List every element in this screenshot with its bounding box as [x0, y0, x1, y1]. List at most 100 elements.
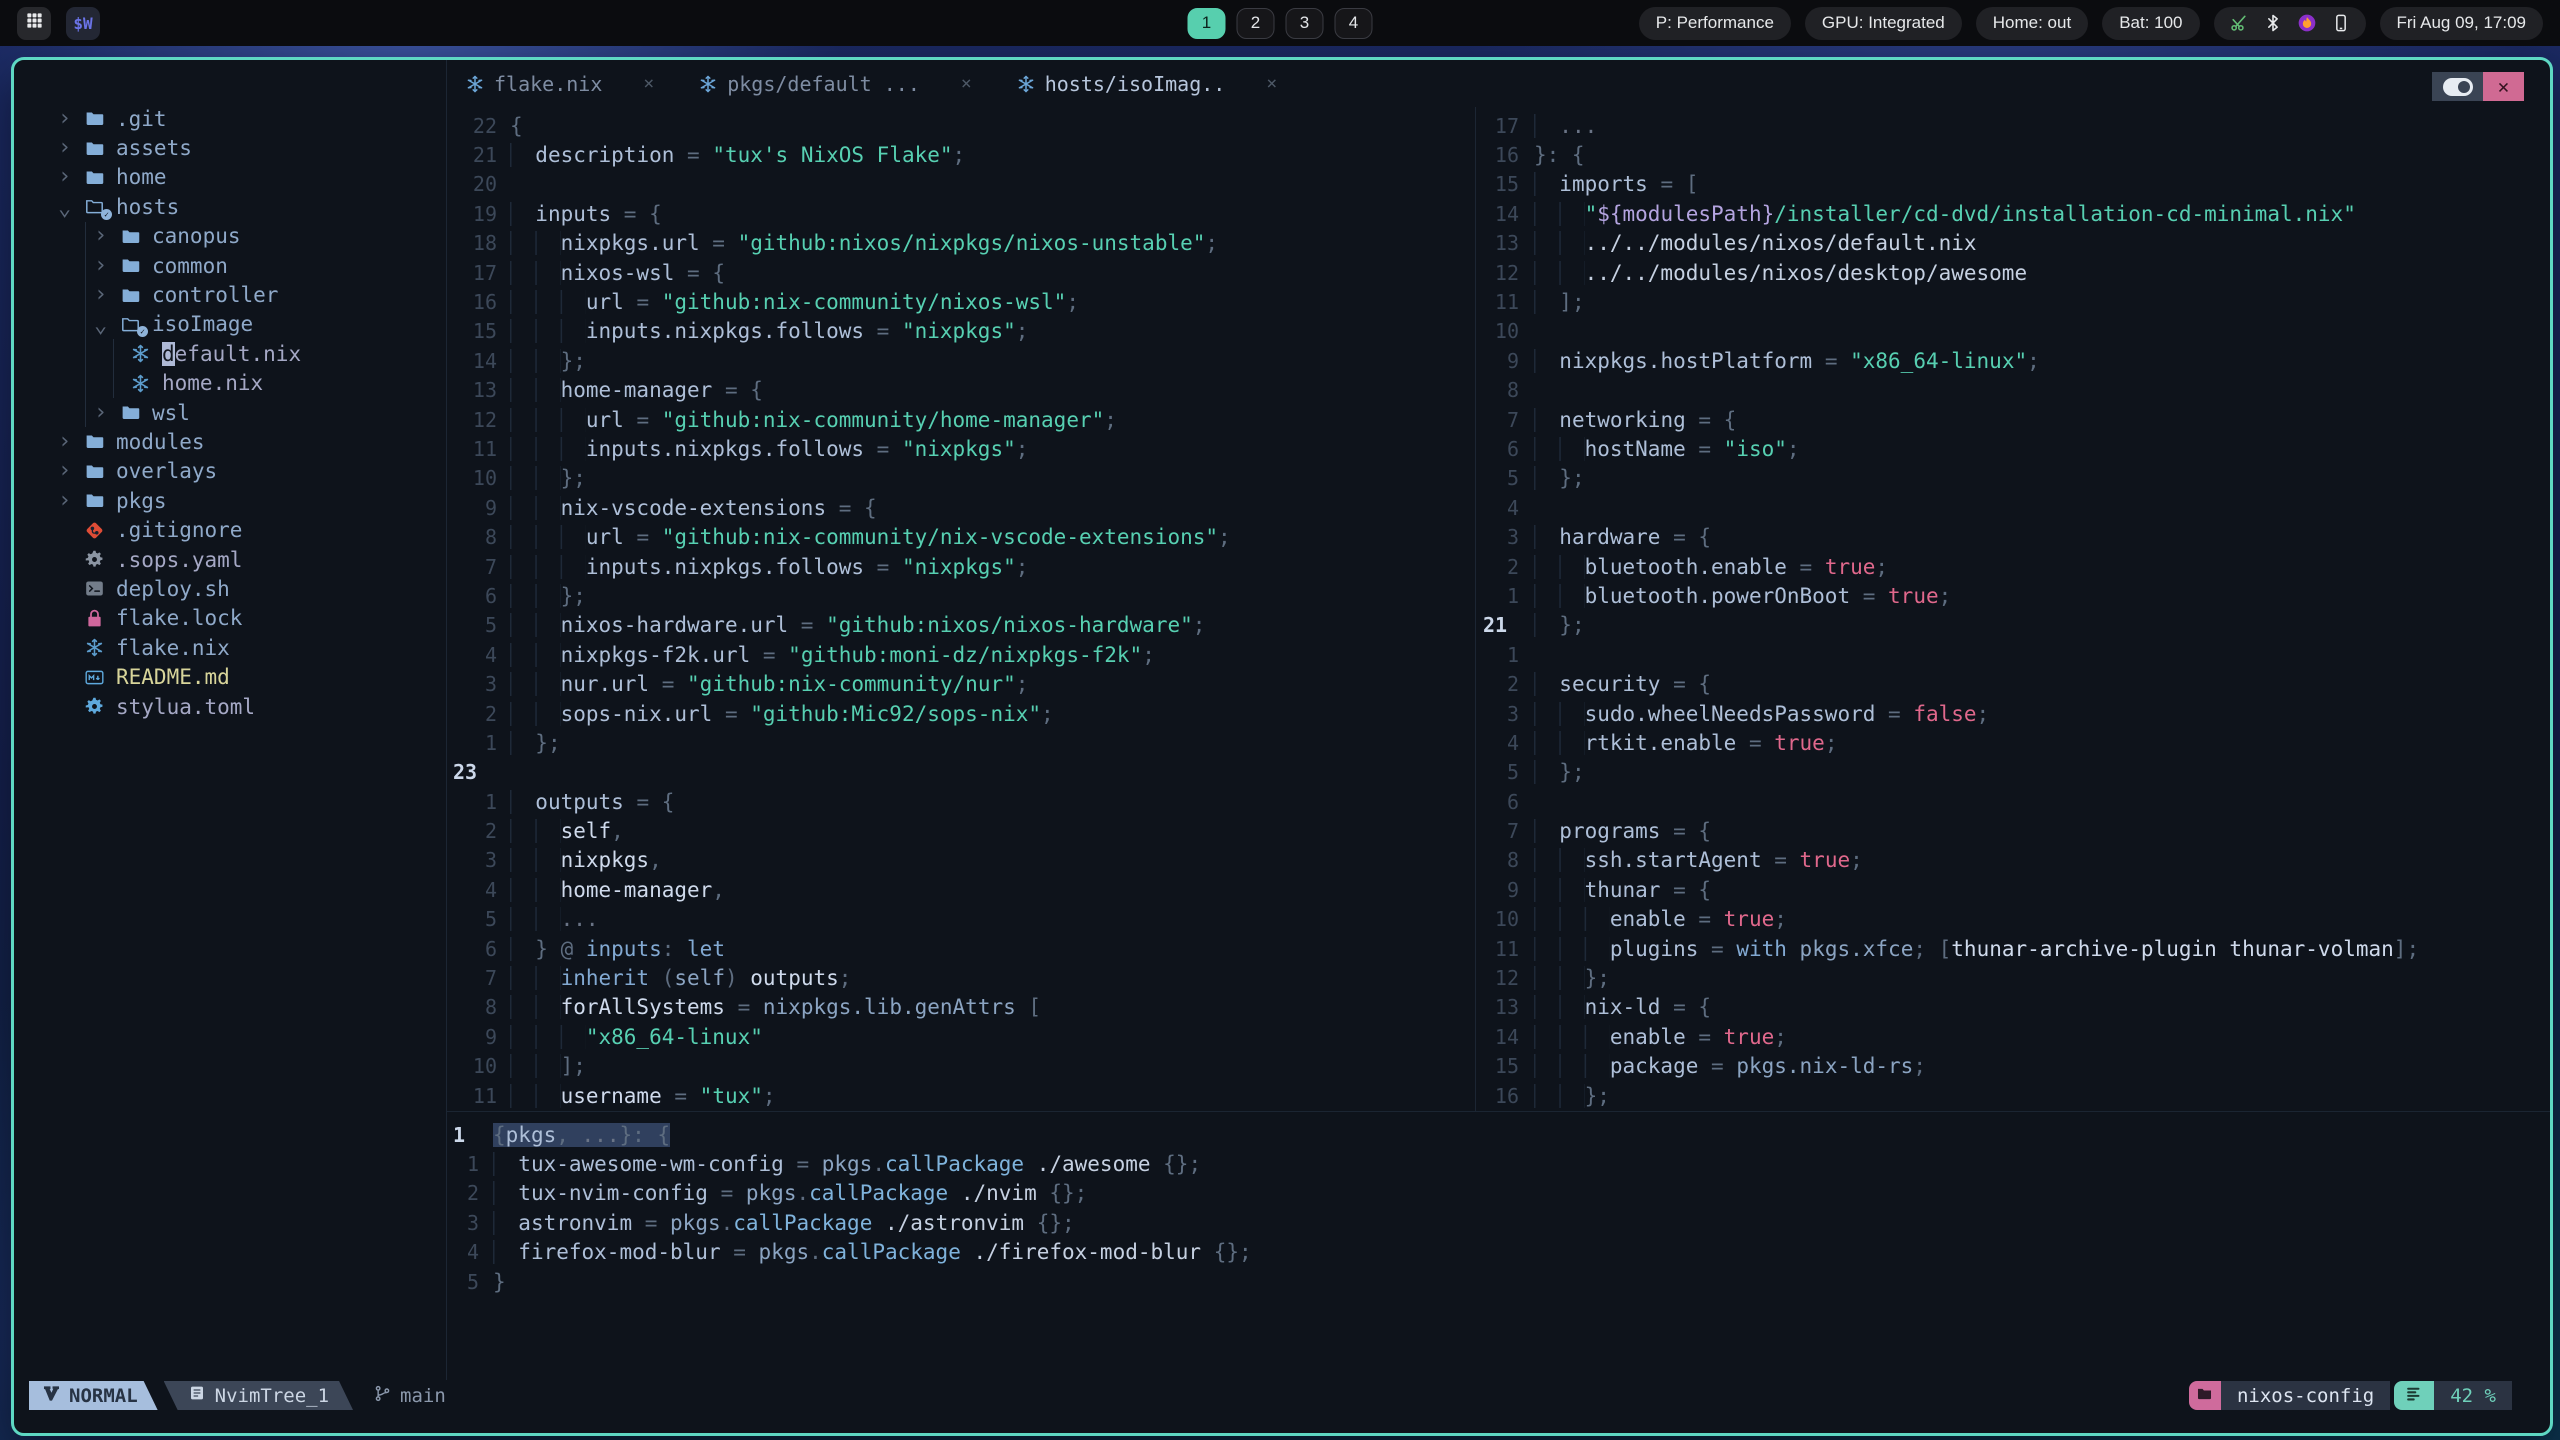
code-line[interactable]: 22 {: [453, 111, 1475, 140]
code-line[interactable]: 4 rtkit.enable = true;: [1483, 728, 2550, 757]
chevron-right-icon[interactable]: ›: [94, 284, 120, 306]
code-line[interactable]: 3 hardware = {: [1483, 522, 2550, 551]
code-line[interactable]: 13 nix-ld = {: [1483, 993, 2550, 1022]
code-line[interactable]: 21 };: [1483, 611, 2550, 640]
tree-item-assets[interactable]: › assets: [14, 133, 446, 162]
code-line[interactable]: 14 };: [453, 346, 1475, 375]
tree-item-home[interactable]: › home: [14, 163, 446, 192]
tree-item-common[interactable]: › common: [14, 250, 446, 281]
tree-item-stylua.toml[interactable]: stylua.toml: [14, 692, 446, 721]
code-line[interactable]: 4 nixpkgs-f2k.url = "github:moni-dz/nixp…: [453, 640, 1475, 669]
workspace-button-1[interactable]: 1: [1187, 7, 1226, 39]
tree-item-controller[interactable]: › controller: [14, 280, 446, 310]
code-line[interactable]: 2 security = {: [1483, 669, 2550, 698]
code-line[interactable]: 12 };: [1483, 963, 2550, 992]
code-line[interactable]: 7 networking = {: [1483, 405, 2550, 434]
tab-pkgs-default-[interactable]: pkgs/default ... ×: [698, 72, 972, 96]
code-line[interactable]: 1 {pkgs, ...}: {: [453, 1120, 2550, 1149]
code-line[interactable]: 6 hostName = "iso";: [1483, 434, 2550, 463]
code-line[interactable]: 7 inputs.nixpkgs.follows = "nixpkgs";: [453, 552, 1475, 581]
code-line[interactable]: 1 };: [453, 728, 1475, 757]
code-line[interactable]: 11 inputs.nixpkgs.follows = "nixpkgs";: [453, 434, 1475, 463]
code-line[interactable]: 10 ];: [453, 1052, 1475, 1081]
code-line[interactable]: 10: [1483, 317, 2550, 346]
code-line[interactable]: 4: [1483, 493, 2550, 522]
chevron-right-icon[interactable]: ›: [94, 254, 120, 277]
code-line[interactable]: 4 firefox-mod-blur = pkgs.callPackage ./…: [453, 1238, 2550, 1267]
code-line[interactable]: 1: [1483, 640, 2550, 669]
tree-item-overlays[interactable]: › overlays: [14, 457, 446, 486]
code-line[interactable]: 11 ];: [1483, 287, 2550, 316]
tree-item-wsl[interactable]: › wsl: [14, 397, 446, 428]
code-line[interactable]: 16}: {: [1483, 140, 2550, 169]
tree-item-hosts[interactable]: ⌄ ✓ hosts: [14, 192, 446, 221]
chevron-right-icon[interactable]: ›: [94, 401, 120, 424]
tab-close-icon[interactable]: ×: [1266, 73, 1277, 94]
tree-item-README.md[interactable]: README.md: [14, 662, 446, 691]
code-line[interactable]: 6 };: [453, 581, 1475, 610]
tree-item-.sops.yaml[interactable]: .sops.yaml: [14, 545, 446, 574]
code-line[interactable]: 3 astronvim = pkgs.callPackage ./astronv…: [453, 1208, 2550, 1237]
code-line[interactable]: 7 programs = {: [1483, 816, 2550, 845]
tree-item-.git[interactable]: › .git: [14, 104, 446, 133]
code-line[interactable]: 9 nixpkgs.hostPlatform = "x86_64-linux";: [1483, 346, 2550, 375]
chevron-right-icon[interactable]: ›: [58, 460, 84, 482]
tree-item-pkgs[interactable]: › pkgs: [14, 486, 446, 515]
code-line[interactable]: 1 tux-awesome-wm-config = pkgs.callPacka…: [453, 1149, 2550, 1178]
code-line[interactable]: 15 package = pkgs.nix-ld-rs;: [1483, 1052, 2550, 1081]
tree-item-flake.lock[interactable]: flake.lock: [14, 604, 446, 633]
code-line[interactable]: 17 ...: [1483, 111, 2550, 140]
tree-item-flake.nix[interactable]: flake.nix: [14, 633, 446, 662]
chevron-right-icon[interactable]: ›: [58, 166, 84, 188]
chevron-right-icon[interactable]: ›: [58, 430, 84, 453]
code-line[interactable]: 2 tux-nvim-config = pkgs.callPackage ./n…: [453, 1179, 2550, 1208]
code-line[interactable]: 16 };: [1483, 1081, 2550, 1110]
chevron-down-icon[interactable]: ⌄: [58, 197, 84, 220]
tree-item-.gitignore[interactable]: .gitignore: [14, 515, 446, 544]
code-line[interactable]: 10 };: [453, 464, 1475, 493]
wm-launcher-button[interactable]: $W: [66, 6, 100, 40]
code-line[interactable]: 2 bluetooth.enable = true;: [1483, 552, 2550, 581]
code-line[interactable]: 12 ../../modules/nixos/desktop/awesome: [1483, 258, 2550, 287]
code-line[interactable]: 10 enable = true;: [1483, 905, 2550, 934]
tree-item-deploy.sh[interactable]: deploy.sh: [14, 574, 446, 603]
code-line[interactable]: 21 description = "tux's NixOS Flake";: [453, 140, 1475, 169]
chevron-right-icon[interactable]: ›: [58, 107, 84, 130]
chevron-right-icon[interactable]: ›: [58, 489, 84, 512]
tab-close-icon[interactable]: ×: [961, 73, 972, 94]
code-line[interactable]: 2 sops-nix.url = "github:Mic92/sops-nix"…: [453, 699, 1475, 728]
tab-hosts-isoImag-[interactable]: hosts/isoImag.. ×: [1016, 72, 1277, 96]
tab-close-icon[interactable]: ×: [643, 73, 654, 94]
code-line[interactable]: 1 outputs = {: [453, 787, 1475, 816]
code-line[interactable]: 13 home-manager = {: [453, 376, 1475, 405]
code-line[interactable]: 20: [453, 170, 1475, 199]
tree-item-home.nix[interactable]: home.nix: [14, 368, 446, 398]
window-close-button[interactable]: ✕: [2483, 72, 2524, 101]
window-toggle[interactable]: [2432, 72, 2483, 101]
chevron-right-icon[interactable]: ›: [58, 137, 84, 159]
code-line[interactable]: 19 inputs = {: [453, 199, 1475, 228]
code-line[interactable]: 11 plugins = with pkgs.xfce; [thunar-arc…: [1483, 934, 2550, 963]
code-line[interactable]: 18 nixpkgs.url = "github:nixos/nixpkgs/n…: [453, 229, 1475, 258]
app-grid-button[interactable]: [17, 6, 51, 40]
code-line[interactable]: 23: [453, 758, 1475, 787]
code-line[interactable]: 12 url = "github:nix-community/home-mana…: [453, 405, 1475, 434]
tree-item-canopus[interactable]: › canopus: [14, 221, 446, 251]
code-line[interactable]: 4 home-manager,: [453, 875, 1475, 904]
code-line[interactable]: 9 "x86_64-linux": [453, 1022, 1475, 1051]
tab-flake-nix[interactable]: flake.nix ×: [465, 72, 654, 96]
code-line[interactable]: 8 ssh.startAgent = true;: [1483, 846, 2550, 875]
code-line[interactable]: 5 };: [1483, 758, 2550, 787]
code-line[interactable]: 6: [1483, 787, 2550, 816]
code-line[interactable]: 15 imports = [: [1483, 170, 2550, 199]
code-line[interactable]: 1 bluetooth.powerOnBoot = true;: [1483, 581, 2550, 610]
code-line[interactable]: 9 nix-vscode-extensions = {: [453, 493, 1475, 522]
workspace-button-4[interactable]: 4: [1334, 7, 1373, 39]
code-line[interactable]: 8 url = "github:nix-community/nix-vscode…: [453, 522, 1475, 551]
code-line[interactable]: 3 nur.url = "github:nix-community/nur";: [453, 669, 1475, 698]
code-line[interactable]: 6 } @ inputs: let: [453, 934, 1475, 963]
code-line[interactable]: 5 nixos-hardware.url = "github:nixos/nix…: [453, 611, 1475, 640]
code-line[interactable]: 11 username = "tux";: [453, 1081, 1475, 1110]
code-line[interactable]: 2 self,: [453, 816, 1475, 845]
chevron-right-icon[interactable]: ›: [94, 225, 120, 247]
